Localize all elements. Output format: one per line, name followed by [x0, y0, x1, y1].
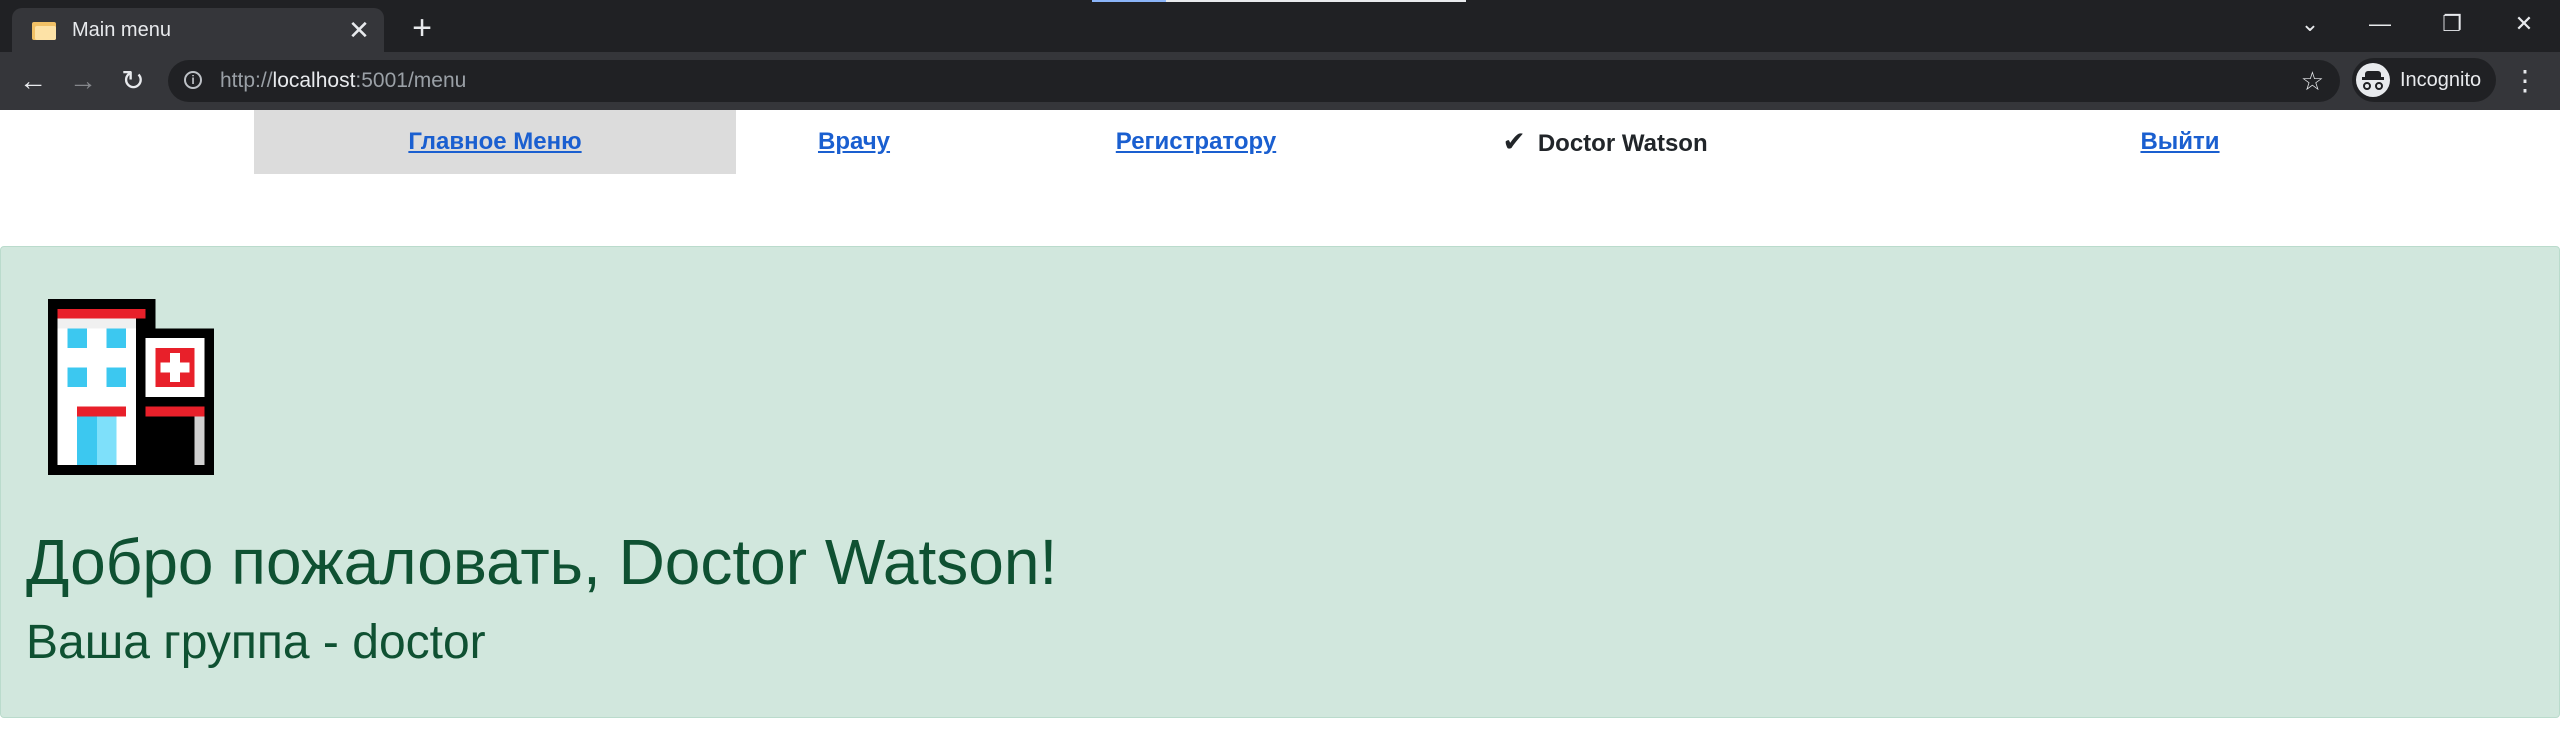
nav-main-menu: Главное Меню	[254, 110, 736, 174]
nav-registrar: Регистратору	[1060, 110, 1332, 174]
address-bar[interactable]: i http://localhost:5001/menu ☆	[168, 60, 2340, 102]
kebab-menu-icon[interactable]: ⋮	[2510, 62, 2540, 100]
nav-doctor: Врачу	[736, 110, 972, 174]
welcome-heading: Добро пожаловать, Doctor Watson!	[26, 526, 1058, 598]
restore-icon[interactable]: ❐	[2422, 2, 2482, 46]
incognito-label: Incognito	[2400, 68, 2482, 91]
info-icon[interactable]: i	[184, 71, 202, 89]
back-arrow-icon[interactable]: ←	[14, 62, 52, 100]
browser-tab[interactable]: Main menu ✕	[12, 8, 384, 52]
url-text[interactable]: http://localhost:5001/menu	[220, 60, 466, 102]
folder-icon	[32, 20, 56, 40]
user-group-text: Ваша группа - doctor	[26, 616, 486, 669]
logout-link[interactable]: Выйти	[2140, 128, 2219, 155]
nav-logout: Выйти	[2080, 110, 2280, 174]
bookmark-star-icon[interactable]: ☆	[2301, 60, 2324, 102]
tab-search-icon[interactable]: ⌄	[2280, 2, 2340, 46]
window-accent-highlight	[1092, 0, 1166, 2]
close-window-icon[interactable]: ✕	[2494, 2, 2554, 46]
browser-toolbar: ← → ↻ i http://localhost:5001/menu ☆ Inc…	[0, 52, 2560, 110]
browser-titlebar: Main menu ✕ + ⌄ — ❐ ✕	[0, 0, 2560, 52]
hospital-icon	[47, 299, 215, 475]
forward-arrow-icon[interactable]: →	[64, 62, 102, 100]
nav-current-user: ✔ Doctor Watson	[1450, 110, 1760, 174]
main-menu-link[interactable]: Главное Меню	[408, 128, 581, 155]
minimize-icon[interactable]: —	[2350, 2, 2410, 46]
doctor-link[interactable]: Врачу	[818, 128, 890, 155]
new-tab-button[interactable]: +	[404, 10, 440, 46]
close-tab-icon[interactable]: ✕	[344, 15, 374, 45]
current-user-name: Doctor Watson	[1537, 130, 1708, 157]
incognito-icon	[2356, 63, 2390, 97]
site-navbar: Главное Меню Врачу Регистратору ✔ Doctor …	[0, 110, 2560, 174]
tab-title: Main menu	[72, 18, 171, 41]
registrar-link[interactable]: Регистратору	[1116, 128, 1276, 155]
welcome-alert: Добро пожаловать, Doctor Watson! Ваша гр…	[0, 246, 2560, 718]
incognito-profile-button[interactable]: Incognito	[2352, 58, 2496, 102]
reload-icon[interactable]: ↻	[114, 62, 152, 100]
checkmark-icon: ✔	[1502, 126, 1526, 157]
